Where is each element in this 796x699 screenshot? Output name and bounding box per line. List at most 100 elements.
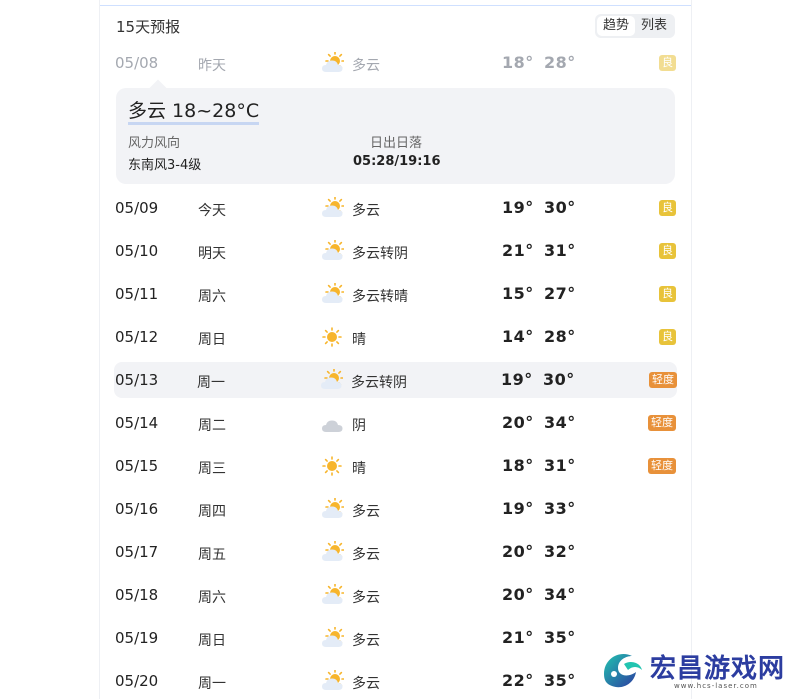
row-weather-desc: 阴 [352,418,366,434]
forecast-row[interactable]: 05/10 明天 多云转阴 21° 31° 良 [115,233,676,269]
row-high-temp: 33° [544,499,576,518]
partly-cloudy-icon [320,196,345,219]
aqi-badge: 良 [659,55,676,71]
watermark-name: 宏昌游戏网 [650,654,786,684]
wind-value: 东南风3-4级 [128,158,202,173]
row-date: 05/18 [115,586,159,604]
row-day: 周六 [198,590,226,606]
row-low-temp: 20° [502,585,534,604]
list-tab[interactable]: 列表 [635,16,673,36]
forecast-row[interactable]: 05/19 周日 多云 21° 35° [115,620,676,656]
forecast-row[interactable]: 05/17 周五 多云 20° 32° [115,534,676,570]
aqi-badge: 良 [659,329,676,345]
sunny-icon [320,326,344,348]
aqi-badge: 良 [659,200,676,216]
partly-cloudy-icon [320,239,345,262]
partly-cloudy-icon [320,51,345,74]
overcast-icon [320,412,344,434]
row-day: 周日 [198,332,226,348]
row-date: 05/10 [115,242,159,260]
row-date: 05/09 [115,199,159,217]
row-date: 05/15 [115,457,159,475]
row-weather-desc: 多云 [352,590,380,606]
row-date: 05/11 [115,285,159,303]
row-high-temp: 30° [543,370,575,389]
aqi-badge: 轻度 [649,372,677,388]
forecast-row[interactable]: 05/14 周二 阴 20° 34° 轻度 [115,405,676,441]
row-low-temp: 19° [501,370,533,389]
row-weather-desc: 晴 [352,461,366,477]
aqi-badge: 良 [659,286,676,302]
watermark-logo: 宏昌游戏网 www.hcs-laser.com [596,644,792,696]
row-low-temp: 22° [502,671,534,690]
trend-tab[interactable]: 趋势 [596,16,635,36]
partly-cloudy-icon [320,540,345,563]
sunrise-sunset-value: 05:28/19:16 [353,154,441,169]
view-toggle: 趋势 列表 [594,14,675,38]
row-day: 周二 [198,418,226,434]
row-high-temp: 27° [544,284,576,303]
row-high-temp: 34° [544,413,576,432]
row-low-temp: 14° [502,327,534,346]
partly-cloudy-icon [320,497,345,520]
row-weather-desc: 多云转阴 [352,246,408,262]
aqi-badge: 轻度 [648,458,676,474]
row-date: 05/12 [115,328,159,346]
forecast-row[interactable]: 05/11 周六 多云转晴 15° 27° 良 [115,276,676,312]
row-weather-desc: 多云转阴 [351,375,407,391]
row-date: 05/14 [115,414,159,432]
row-weather-desc: 多云 [352,676,380,692]
forecast-row[interactable]: 05/15 周三 晴 18° 31° 轻度 [115,448,676,484]
aqi-badge: 轻度 [648,415,676,431]
wind-label: 风力风向 [128,136,181,151]
row-high-temp: 34° [544,585,576,604]
row-date: 05/13 [115,371,159,389]
row-weather-desc: 晴 [352,332,366,348]
row-day: 周三 [198,461,226,477]
partly-cloudy-icon [319,368,344,391]
forecast-row[interactable]: 05/12 周日 晴 14° 28° 良 [115,319,676,355]
row-day: 周日 [198,633,226,649]
row-low-temp: 19° [502,198,534,217]
forecast-row[interactable]: 05/09 今天 多云 19° 30° 良 [115,190,676,226]
partly-cloudy-icon [320,282,345,305]
row-low-temp: 20° [502,413,534,432]
detail-summary: 多云 18~28°C [128,96,260,125]
row-weather-desc: 多云 [352,547,380,563]
row-high-temp: 28° [544,53,576,72]
row-weather-desc: 多云转晴 [352,289,408,305]
row-high-temp: 30° [544,198,576,217]
forecast-header: 15天预报 趋势 列表 [116,14,675,38]
forecast-row[interactable]: 05/08 昨天 多云 18° 28° 良 [115,45,676,81]
dragon-logo-icon [604,654,642,688]
row-day: 周一 [197,375,225,391]
row-day: 周六 [198,289,226,305]
row-high-temp: 31° [544,456,576,475]
row-high-temp: 35° [544,671,576,690]
row-low-temp: 18° [502,53,534,72]
row-day: 周四 [198,504,226,520]
row-date: 05/17 [115,543,159,561]
row-high-temp: 28° [544,327,576,346]
row-low-temp: 15° [502,284,534,303]
row-weather-desc: 多云 [352,504,380,520]
row-day: 周五 [198,547,226,563]
row-low-temp: 21° [502,241,534,260]
row-date: 05/19 [115,629,159,647]
row-low-temp: 19° [502,499,534,518]
row-low-temp: 18° [502,456,534,475]
row-date: 05/16 [115,500,159,518]
partly-cloudy-icon [320,583,345,606]
forecast-title: 15天预报 [116,18,181,36]
row-day: 周一 [198,676,226,692]
row-high-temp: 32° [544,542,576,561]
row-day: 今天 [198,203,226,219]
forecast-row[interactable]: 05/18 周六 多云 20° 34° [115,577,676,613]
forecast-row[interactable]: 05/16 周四 多云 19° 33° [115,491,676,527]
watermark-url: www.hcs-laser.com [674,682,758,690]
sunny-icon [320,455,344,477]
forecast-row[interactable]: 05/13 周一 多云转阴 19° 30° 轻度 [114,362,677,398]
forecast-row[interactable]: 05/20 周一 多云 22° 35° [115,663,676,699]
day-detail-card: 多云 18~28°C 风力风向 东南风3-4级 日出日落 05:28/19:16 [116,79,675,184]
row-low-temp: 20° [502,542,534,561]
